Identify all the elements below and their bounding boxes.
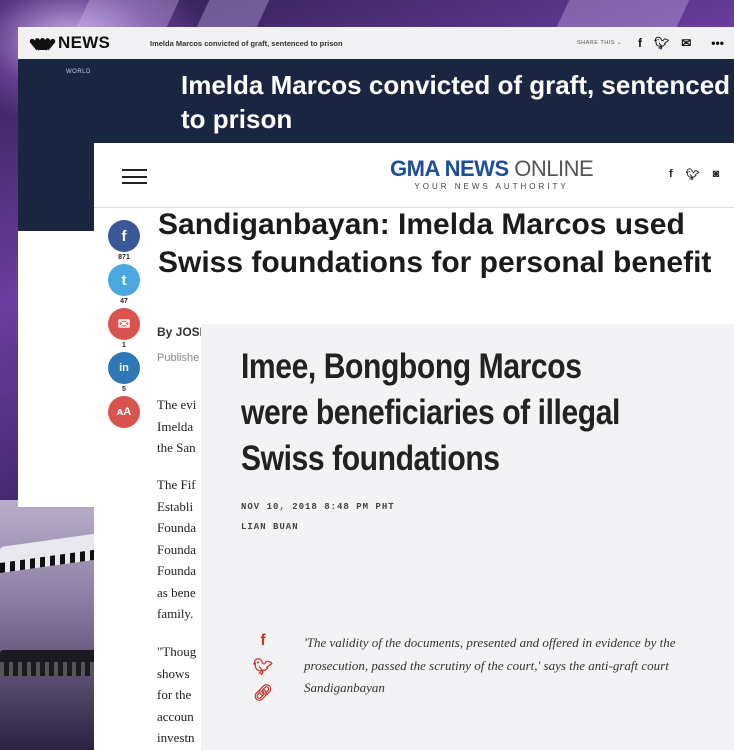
twitter-icon[interactable]: 🐦︎ xyxy=(686,168,700,181)
article-date: NOV 10, 2018 8:48 PM PHT xyxy=(241,502,395,512)
article-subheading-quote: 'The validity of the documents, presente… xyxy=(304,635,676,695)
facebook-icon[interactable]: f xyxy=(669,168,673,181)
facebook-icon[interactable]: f xyxy=(254,632,272,650)
twitter-icon[interactable]: 🐦︎ xyxy=(654,36,669,50)
nbc-logo[interactable]: NEWS xyxy=(28,33,111,53)
share-count: 5 xyxy=(122,386,126,393)
nbc-hero-image xyxy=(18,143,94,231)
rappler-article-title: Imee, Bongbong Marcos were beneficiaries… xyxy=(241,347,621,478)
twitter-icon[interactable]: 🐦︎ xyxy=(253,658,273,676)
rappler-share-icons: f 🐦︎ 🔗︎ xyxy=(253,632,273,702)
share-count: 47 xyxy=(120,298,128,305)
link-icon[interactable]: 🔗︎ xyxy=(253,684,273,702)
gma-social-icons: f 🐦︎ ◙ xyxy=(669,168,719,181)
gma-logo-main: GMA NEWS xyxy=(390,156,509,181)
nbc-logo-text: NEWS xyxy=(58,33,111,52)
more-icon[interactable]: ••• xyxy=(711,36,724,50)
gma-logo[interactable]: GMA NEWS ONLINE YOUR NEWS AUTHORITY xyxy=(390,156,594,192)
facebook-icon[interactable]: f xyxy=(638,36,642,50)
published-date: Publishe xyxy=(157,352,200,364)
nbc-hero: WORLD Imelda Marcos convicted of graft, … xyxy=(18,59,734,143)
share-count xyxy=(108,428,140,440)
mail-icon[interactable]: ✉ xyxy=(681,36,691,50)
nbc-topbar: NEWS Imelda Marcos convicted of graft, s… xyxy=(18,27,734,59)
gma-logo-tagline: YOUR NEWS AUTHORITY xyxy=(414,182,569,191)
section-label[interactable]: WORLD xyxy=(66,69,91,75)
font-size-icon[interactable]: ᴀA xyxy=(108,396,140,428)
peacock-icon xyxy=(28,37,57,50)
rappler-page: Imee, Bongbong Marcos were beneficiaries… xyxy=(201,324,734,750)
facebook-icon[interactable]: f xyxy=(108,220,140,252)
mail-icon[interactable]: ✉ xyxy=(108,308,140,340)
synth-keyboard xyxy=(0,650,100,676)
article-author[interactable]: LIAN BUAN xyxy=(241,522,299,532)
gma-logo-online: ONLINE xyxy=(514,156,594,181)
share-column: f 871 t 47 ✉ 1 in 5 ᴀA xyxy=(108,220,142,440)
share-label[interactable]: SHARE THIS ⌄ xyxy=(577,40,622,46)
hamburger-menu-icon[interactable] xyxy=(122,169,147,184)
gma-header: GMA NEWS ONLINE YOUR NEWS AUTHORITY f 🐦︎… xyxy=(94,144,734,208)
gma-article-title: Sandiganbayan: Imelda Marcos used Swiss … xyxy=(158,208,712,279)
share-label-text: SHARE THIS xyxy=(577,40,615,46)
topbar-headline: Imelda Marcos convicted of graft, senten… xyxy=(150,38,343,48)
nbc-article-title: Imelda Marcos convicted of graft, senten… xyxy=(181,70,731,134)
share-count: 871 xyxy=(118,254,130,261)
instagram-icon[interactable]: ◙ xyxy=(713,168,720,181)
linkedin-icon[interactable]: in xyxy=(108,352,140,384)
nbc-social-icons: f 🐦︎ ✉ ••• xyxy=(638,36,724,50)
share-count: 1 xyxy=(122,342,126,349)
twitter-icon[interactable]: t xyxy=(108,264,140,296)
